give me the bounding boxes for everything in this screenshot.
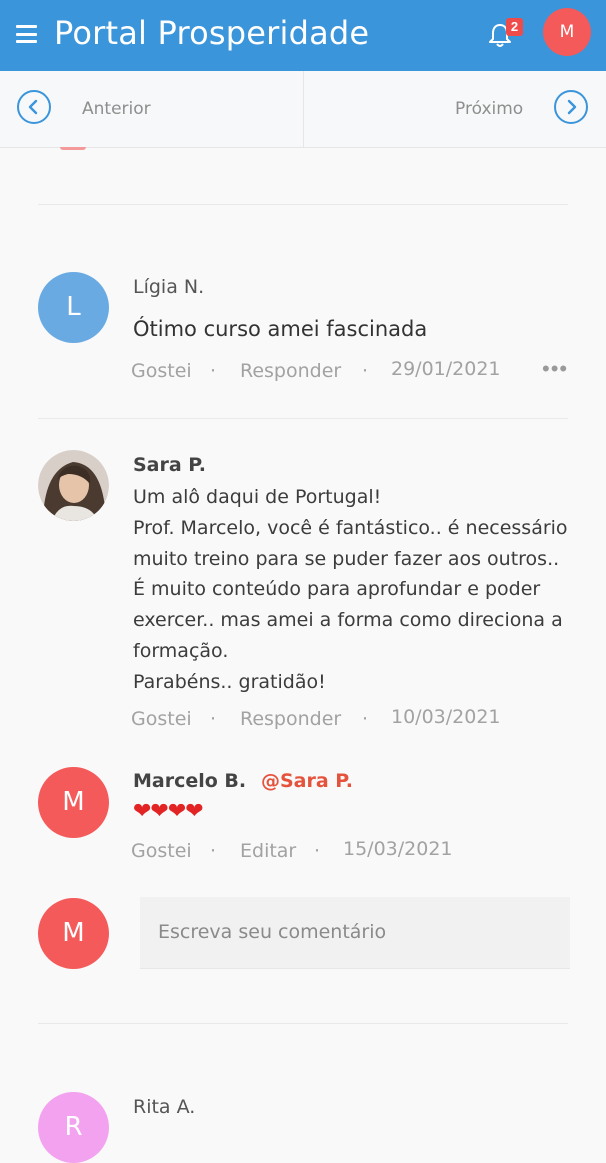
comment-text: Ótimo curso amei fascinada xyxy=(133,317,428,341)
comment-input-placeholder: Escreva seu comentário xyxy=(158,921,387,943)
comment-input[interactable]: Escreva seu comentário xyxy=(140,897,570,969)
separator-dot: · xyxy=(362,360,369,382)
separator-dot: · xyxy=(362,708,369,730)
chevron-left-icon xyxy=(28,99,38,115)
comment-line: exercer.. mas amei a forma como direcion… xyxy=(133,609,563,632)
avatar: M xyxy=(38,767,109,838)
avatar: L xyxy=(38,272,109,343)
comment-line: É muito conteúdo para aprofundar e poder xyxy=(133,578,541,601)
app-header: Portal Prosperidade 2 M xyxy=(0,0,606,71)
like-button[interactable]: Gostei xyxy=(131,840,192,862)
notification-badge: 2 xyxy=(506,18,523,36)
comment-line: formação. xyxy=(133,639,229,662)
chevron-right-icon xyxy=(567,99,577,115)
previous-avatar-fragment xyxy=(60,147,86,150)
previous-label[interactable]: Anterior xyxy=(82,99,151,119)
next-button[interactable] xyxy=(554,90,588,124)
comment-line: Prof. Marcelo, você é fantástico.. é nec… xyxy=(133,516,568,539)
comment-date: 10/03/2021 xyxy=(391,706,501,728)
user-avatar[interactable]: M xyxy=(543,8,591,56)
separator-dot: · xyxy=(210,360,217,382)
reply-date: 15/03/2021 xyxy=(343,838,453,860)
previous-button[interactable] xyxy=(17,90,51,124)
edit-button[interactable]: Editar xyxy=(240,840,296,862)
app-title: Portal Prosperidade xyxy=(54,14,370,52)
mention-link[interactable]: @Sara P. xyxy=(261,770,353,792)
lesson-navigation: Anterior Próximo xyxy=(0,71,606,148)
comment-author[interactable]: Rita A. xyxy=(133,1096,195,1118)
comment-line: Parabéns.. gratidão! xyxy=(133,670,326,693)
separator-dot: · xyxy=(210,840,217,862)
more-horizontal-icon[interactable]: ••• xyxy=(542,356,568,382)
reply-button[interactable]: Responder xyxy=(240,708,341,730)
hamburger-icon[interactable] xyxy=(16,25,37,43)
nav-divider xyxy=(303,71,304,147)
reply-text: ❤❤❤❤ xyxy=(133,798,204,823)
comment-divider xyxy=(38,204,568,205)
comment-date: 29/01/2021 xyxy=(391,358,501,380)
avatar: R xyxy=(38,1092,109,1163)
separator-dot: · xyxy=(210,708,217,730)
comment-author[interactable]: Sara P. xyxy=(133,454,206,476)
like-button[interactable]: Gostei xyxy=(131,708,192,730)
comment-divider xyxy=(38,1023,568,1024)
separator-dot: · xyxy=(314,840,321,862)
comment-line: Um alô daqui de Portugal! xyxy=(133,486,382,508)
next-label[interactable]: Próximo xyxy=(455,99,523,119)
avatar-photo xyxy=(38,450,109,521)
comment-line: muito treino para se puder fazer aos out… xyxy=(133,547,560,570)
previous-input-fragment xyxy=(140,147,570,148)
comment-author[interactable]: Lígia N. xyxy=(133,276,204,298)
reply-button[interactable]: Responder xyxy=(240,360,341,382)
like-button[interactable]: Gostei xyxy=(131,360,192,382)
reply-author[interactable]: Marcelo B. xyxy=(133,770,246,792)
comment-divider xyxy=(38,418,568,419)
avatar: M xyxy=(38,898,109,969)
comment-text: Um alô daqui de Portugal! Prof. Marcelo,… xyxy=(133,482,568,698)
